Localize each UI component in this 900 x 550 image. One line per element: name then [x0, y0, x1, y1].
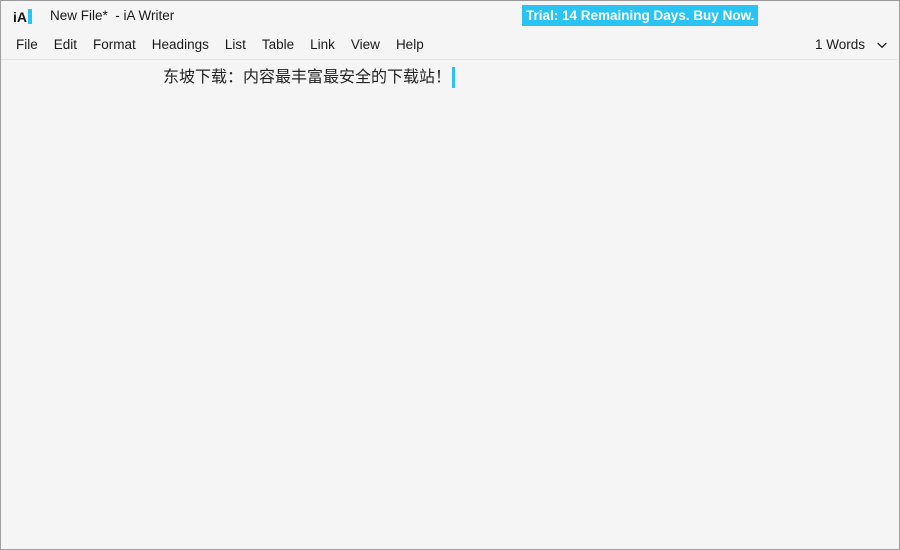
menu-item-format[interactable]: Format: [85, 35, 144, 54]
word-count-control[interactable]: 1 Words: [815, 30, 889, 59]
editor-canvas[interactable]: 东坡下载：内容最丰富最安全的下载站！: [1, 60, 899, 549]
menu-item-link[interactable]: Link: [302, 35, 343, 54]
menu-item-help[interactable]: Help: [388, 35, 432, 54]
app-logo-caret-icon: [28, 8, 32, 24]
chevron-down-icon[interactable]: [875, 38, 889, 52]
menu-item-edit[interactable]: Edit: [46, 35, 85, 54]
document-text: 东坡下载：内容最丰富最安全的下载站！: [163, 67, 452, 86]
app-window: iA New File* - iA Writer Trial: 14 Remai…: [0, 0, 900, 550]
window-title: New File* - iA Writer: [50, 8, 175, 23]
menu-item-list[interactable]: List: [217, 35, 254, 54]
app-logo-text: iA: [13, 8, 27, 25]
title-bar: iA New File* - iA Writer Trial: 14 Remai…: [1, 1, 899, 30]
menu-item-headings[interactable]: Headings: [144, 35, 217, 54]
menu-item-list: File Edit Format Headings List Table Lin…: [8, 35, 432, 54]
menu-item-file[interactable]: File: [8, 35, 46, 54]
document-line[interactable]: 东坡下载：内容最丰富最安全的下载站！: [163, 65, 456, 89]
text-caret-icon: [452, 66, 456, 88]
word-count-label: 1 Words: [814, 37, 865, 52]
menu-item-view[interactable]: View: [343, 35, 388, 54]
trial-banner[interactable]: Trial: 14 Remaining Days. Buy Now.: [522, 5, 759, 26]
app-logo: iA: [13, 7, 32, 25]
menu-item-table[interactable]: Table: [254, 35, 302, 54]
menu-bar: File Edit Format Headings List Table Lin…: [1, 30, 899, 60]
